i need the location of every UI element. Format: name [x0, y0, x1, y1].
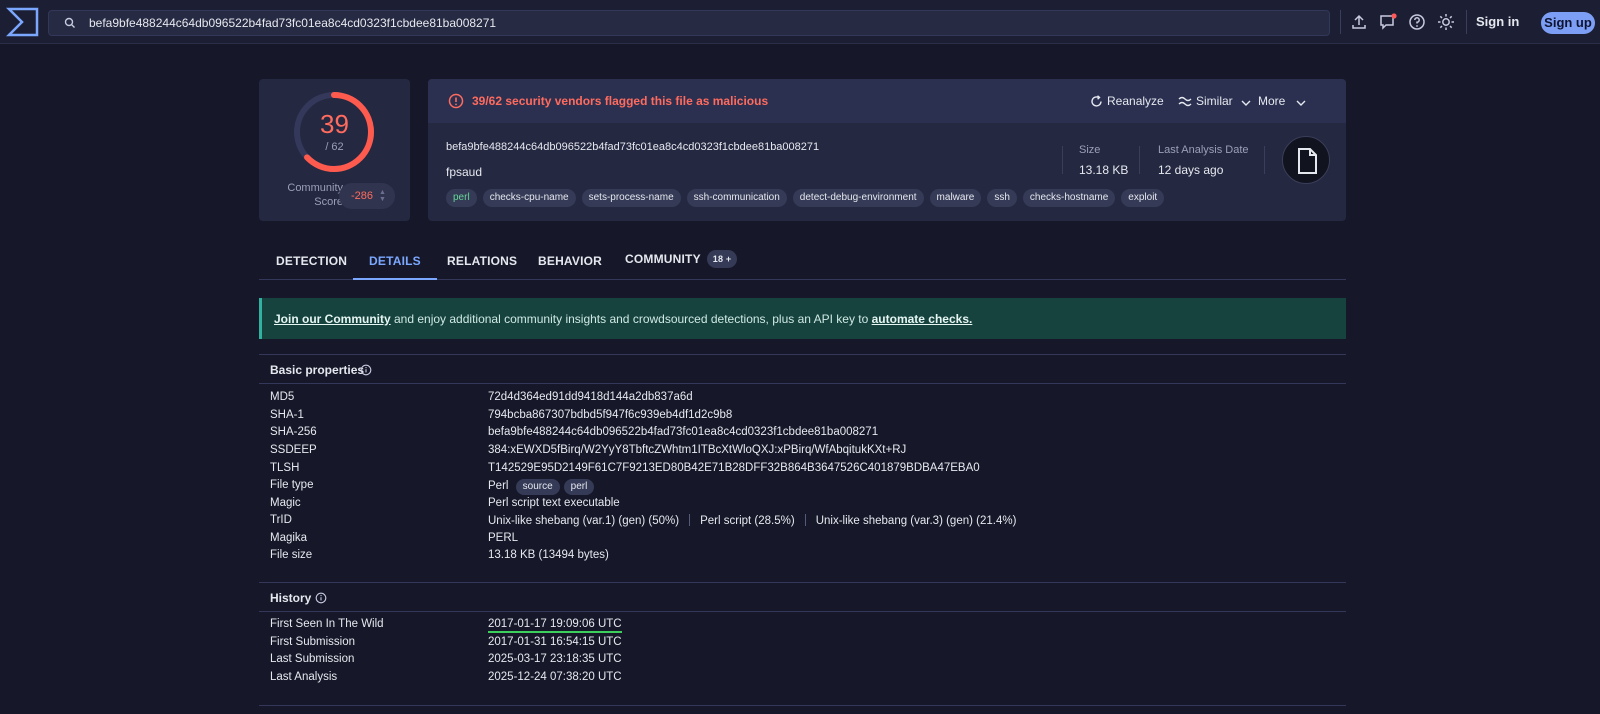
- similar-dropdown[interactable]: Similar: [1178, 93, 1252, 109]
- tag[interactable]: checks-hostname: [1022, 189, 1116, 207]
- meta-divider: [1062, 146, 1063, 174]
- last-analysis-date-label: Last Analysis Date: [1158, 144, 1249, 156]
- tag[interactable]: malware: [929, 189, 982, 207]
- tag[interactable]: perl: [446, 189, 477, 207]
- automate-checks-link[interactable]: automate checks.: [872, 312, 973, 326]
- tag[interactable]: ssh: [987, 189, 1017, 207]
- info-icon[interactable]: [315, 592, 327, 604]
- tab-details[interactable]: DETAILS: [353, 254, 437, 280]
- file-name: fpsaud: [446, 165, 483, 179]
- tab-detection[interactable]: DETECTION: [276, 254, 347, 280]
- meta-divider: [1139, 146, 1140, 174]
- tag[interactable]: detect-debug-environment: [792, 189, 924, 207]
- chevron-down-icon: [1296, 100, 1306, 106]
- refresh-icon: [1091, 95, 1102, 107]
- community-score-label: Community Score: [287, 182, 343, 208]
- sign-up-button[interactable]: Sign up: [1541, 12, 1595, 34]
- tag[interactable]: sets-process-name: [581, 189, 681, 207]
- tag[interactable]: checks-cpu-name: [482, 189, 576, 207]
- property-row-sha256: SHA-256 befa9bfe488244c64db096522b4fad73f…: [270, 426, 879, 438]
- help-icon[interactable]: [1408, 13, 1426, 31]
- virustotal-logo-icon[interactable]: [6, 6, 40, 38]
- upload-icon[interactable]: [1350, 13, 1368, 31]
- info-icon[interactable]: [360, 364, 372, 376]
- property-row-sha1: SHA-1 794bcba867307bdbd5f947f6c939eb4df1d…: [270, 409, 733, 421]
- tag[interactable]: exploit: [1121, 189, 1165, 207]
- property-row-ssdeep: SSDEEP 384:xEWXD5fBirq/W2YyY8TbftcZWhtm1I…: [270, 444, 907, 456]
- history-header: History: [259, 582, 1346, 612]
- tab-relations[interactable]: RELATIONS: [447, 254, 517, 280]
- detection-score-panel: 39 / 62 Community Score -286 ▲ ▼: [259, 79, 410, 221]
- sign-in-link[interactable]: Sign in: [1476, 14, 1519, 29]
- history-row-first-seen: First Seen In The Wild 2017-01-17 19:09:0…: [270, 618, 1340, 635]
- tab-bar: DETECTION DETAILS RELATIONS BEHAVIOR COM…: [259, 248, 1346, 280]
- community-count-badge: 18 +: [706, 250, 738, 268]
- community-score-value[interactable]: -286 ▲ ▼: [339, 183, 395, 209]
- join-community-link[interactable]: Join our Community: [274, 312, 391, 326]
- file-type-tag[interactable]: perl: [563, 479, 595, 495]
- property-row-magika: Magika PERL: [270, 532, 519, 544]
- vote-arrows-icon[interactable]: ▲ ▼: [379, 189, 387, 203]
- search-icon: [64, 17, 75, 28]
- tab-behavior[interactable]: BEHAVIOR: [538, 254, 602, 280]
- history-row-last-submission: Last Submission 2025-03-17 23:18:35 UTC: [270, 653, 622, 665]
- malicious-alert-text: 39/62 security vendors flagged this file…: [472, 94, 769, 108]
- section-divider: [259, 705, 1346, 706]
- community-banner: Join our Community and enjoy additional …: [259, 298, 1346, 339]
- search-box[interactable]: [48, 10, 1330, 36]
- top-bar: Sign in Sign up: [0, 0, 1600, 44]
- toolbar-divider: [1466, 10, 1467, 34]
- reanalyze-button[interactable]: Reanalyze: [1090, 93, 1164, 109]
- file-type-tag[interactable]: source: [515, 479, 560, 495]
- size-value: 13.18 KB: [1079, 163, 1129, 177]
- detection-count: 39: [320, 109, 349, 139]
- property-row-file-size: File size 13.18 KB (13494 bytes): [270, 549, 609, 561]
- history-row-last-analysis: Last Analysis 2025-12-24 07:38:20 UTC: [270, 671, 622, 683]
- chevron-down-icon: [1241, 100, 1251, 106]
- file-hash[interactable]: befa9bfe488244c64db096522b4fad73fc01ea8c…: [446, 141, 819, 153]
- summary-header: 39/62 security vendors flagged this file…: [428, 79, 1346, 123]
- last-analysis-date-value: 12 days ago: [1158, 163, 1224, 177]
- meta-divider: [1264, 146, 1265, 174]
- tab-community[interactable]: COMMUNITY 18 +: [625, 250, 738, 276]
- property-row-md5: MD5 72d4d364ed91dd9418d144a2db837a6d: [270, 391, 693, 403]
- more-dropdown[interactable]: More: [1258, 93, 1307, 109]
- tag-list: perl checks-cpu-name sets-process-name ssh-…: [446, 189, 1170, 207]
- toolbar-divider: [1340, 10, 1341, 34]
- property-row-magic: Magic Perl script text executable: [270, 497, 620, 509]
- basic-properties-header: Basic properties: [259, 354, 1346, 384]
- banner-text: and enjoy additional community insights …: [390, 312, 872, 326]
- theme-toggle-icon[interactable]: [1437, 13, 1455, 31]
- similar-icon: [1178, 96, 1192, 107]
- vendor-total: / 62: [325, 141, 344, 153]
- property-row-tlsh: TLSH T142529E95D2149F61C7F9213ED80B42E71B…: [270, 462, 980, 474]
- notifications-icon[interactable]: [1379, 13, 1397, 31]
- property-row-trid: TrID Unix-like shebang (var.1) (gen) (50%…: [270, 514, 1017, 527]
- file-icon: [1298, 148, 1317, 174]
- history-row-first-submission: First Submission 2017-01-31 16:54:15 UTC: [270, 636, 622, 648]
- file-summary-panel: 39/62 security vendors flagged this file…: [428, 79, 1346, 221]
- search-input[interactable]: [89, 11, 1289, 35]
- alert-icon: [448, 93, 464, 109]
- tag[interactable]: ssh-communication: [686, 189, 787, 207]
- file-type-badge: [1282, 136, 1330, 184]
- size-label: Size: [1079, 144, 1101, 156]
- property-row-file-type: File type Perl source perl: [270, 479, 1340, 496]
